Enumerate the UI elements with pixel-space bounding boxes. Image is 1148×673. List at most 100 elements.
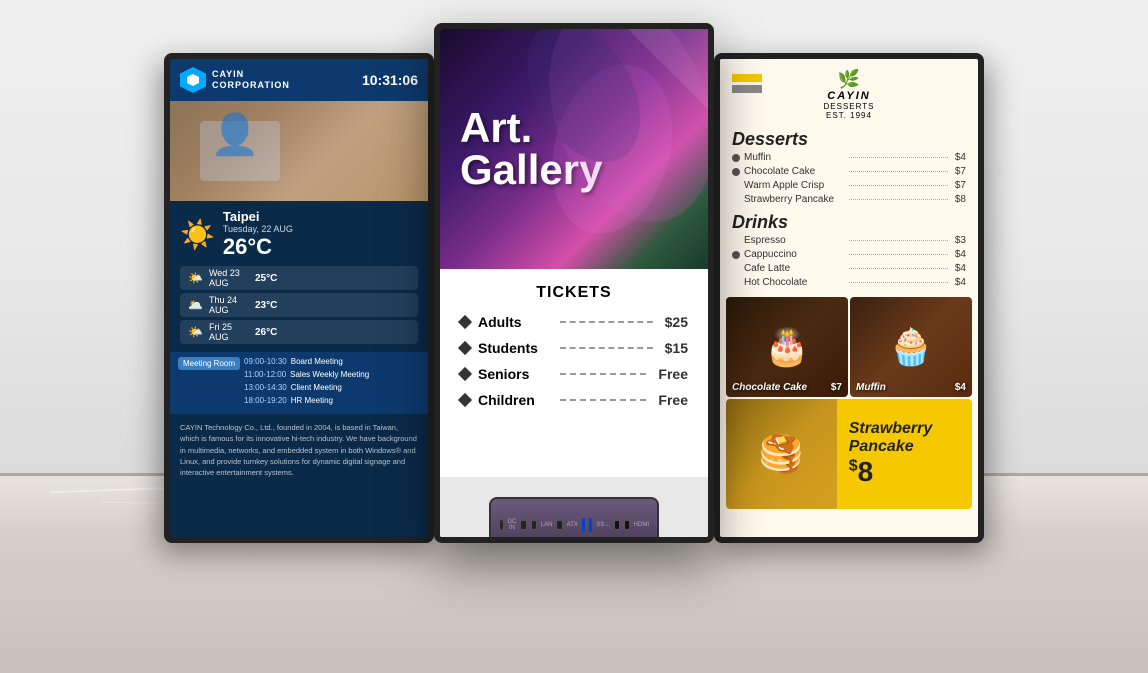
weather-city: Taipei xyxy=(223,209,293,224)
pancake-name: Strawberry Pancake xyxy=(849,420,960,456)
ticket-dots-students xyxy=(560,347,653,349)
weather-section: ☀️ Taipei Tuesday, 22 AUG 26°C 🌤️ Wed 23… xyxy=(170,201,428,352)
forecast-temp-wed: 25°C xyxy=(255,273,277,284)
art-gallery-section: Art.Gallery xyxy=(440,29,708,269)
weather-forecast: 🌤️ Wed 23 AUG 25°C 🌥️ Thu 24 AUG 23°C 🌤️… xyxy=(180,266,418,344)
meeting-section: Meeting Room 09:00-10:30 Board Meeting 1… xyxy=(170,352,428,414)
ticket-label-adults: Adults xyxy=(478,314,548,330)
ticket-label-seniors: Seniors xyxy=(478,366,548,382)
menu-item-name-cappuccino: Cappuccino xyxy=(744,249,842,260)
tickets-title: TICKETS xyxy=(460,284,688,302)
stage: CAYIN CORPORATION 10:31:06 ☀️ Taipei Tue… xyxy=(0,0,1148,673)
menu-item-price-espresso: $3 xyxy=(955,235,966,246)
ticket-diamond-seniors xyxy=(458,367,472,381)
menu-item-name-pancake: Strawberry Pancake xyxy=(744,194,842,205)
forecast-day-thu: Thu 24 AUG xyxy=(209,295,249,315)
menu-item-price-choccake: $7 xyxy=(955,166,966,177)
art-background-svg xyxy=(440,29,708,269)
meeting-list: 09:00-10:30 Board Meeting 11:00-12:00 Sa… xyxy=(244,357,420,409)
menu-dot-cafelatte xyxy=(732,265,740,273)
menu-item-price-muffin: $4 xyxy=(955,152,966,163)
meeting-name-1: Board Meeting xyxy=(291,357,343,366)
menu-logo-est: EST. 1994 xyxy=(824,111,875,120)
menu-dot-choccake xyxy=(732,168,740,176)
hw-label-atx: ATX xyxy=(567,522,578,528)
forecast-day-fri: Fri 25 AUG xyxy=(209,322,249,342)
menu-img-cell-choccake: 🎂 Chocolate Cake $7 xyxy=(726,297,848,397)
meeting-item-1: 09:00-10:30 Board Meeting xyxy=(244,357,420,366)
menu-dot-muffin xyxy=(732,154,740,162)
pancake-image: 🥞 xyxy=(726,399,837,509)
menu-item-line-hotchoc xyxy=(849,282,947,283)
hw-label-hdmi: HDMI xyxy=(634,522,649,528)
menu-dot-applecrisp xyxy=(732,182,740,190)
menu-item-name-applecrisp: Warm Apple Crisp xyxy=(744,180,842,191)
port-hdmi-1 xyxy=(614,520,620,530)
menu-item-espresso: Espresso $3 xyxy=(732,235,966,246)
tickets-section: TICKETS Adults $25 Students $15 Seniors xyxy=(440,269,708,477)
port-lan-2 xyxy=(531,520,537,530)
stripe-gray xyxy=(732,85,762,93)
cayin-brand-text: CAYIN CORPORATION xyxy=(212,69,290,91)
weather-info: Taipei Tuesday, 22 AUG 26°C xyxy=(223,209,293,260)
left-header: CAYIN CORPORATION 10:31:06 xyxy=(170,59,428,101)
desserts-items: Muffin $4 Chocolate Cake $7 Warm Apple C… xyxy=(720,152,978,208)
ticket-price-students: $15 xyxy=(665,340,688,356)
meeting-name-2: Sales Weekly Meeting xyxy=(290,370,369,379)
menu-item-pancake: Strawberry Pancake $8 xyxy=(732,194,966,205)
forecast-row-fri: 🌤️ Fri 25 AUG 26°C xyxy=(180,320,418,344)
menu-item-line-cafelatte xyxy=(849,268,947,269)
forecast-row-wed: 🌤️ Wed 23 AUG 25°C xyxy=(180,266,418,290)
menu-item-name-espresso: Espresso xyxy=(744,235,842,246)
menu-logo-icon: 🌿 xyxy=(824,69,875,90)
pancake-content: Strawberry Pancake $8 xyxy=(837,410,972,498)
screens-container: CAYIN CORPORATION 10:31:06 ☀️ Taipei Tue… xyxy=(164,23,984,543)
cayin-logo: CAYIN CORPORATION xyxy=(180,67,290,93)
pancake-visual: 🥞 xyxy=(726,399,837,509)
menu-logo-desserts: DESSERTS xyxy=(824,102,875,111)
hw-label-usb: SS← xyxy=(596,522,610,528)
menu-header: 🌿 CAYIN DESSERTS EST. 1994 xyxy=(720,59,978,125)
forecast-icon-fri: 🌤️ xyxy=(188,325,203,339)
drinks-section-title: Drinks xyxy=(720,208,978,235)
menu-item-hotchoc: Hot Chocolate $4 xyxy=(732,277,966,288)
menu-logo-name: CAYIN xyxy=(824,90,875,102)
menu-image-grid: 🎂 Chocolate Cake $7 🧁 Muffin $4 🥞 St xyxy=(720,291,978,537)
forecast-icon-wed: 🌤️ xyxy=(188,271,203,285)
port-usb-1 xyxy=(582,518,585,532)
forecast-temp-fri: 26°C xyxy=(255,327,277,338)
meeting-time-3: 13:00-14:30 xyxy=(244,383,287,392)
weather-date: Tuesday, 22 AUG xyxy=(223,224,293,234)
port-usb-2 xyxy=(589,518,592,532)
meeting-item-3: 13:00-14:30 Client Meeting xyxy=(244,383,420,392)
meeting-time-2: 11:00-12:00 xyxy=(244,370,286,379)
choccake-price: $7 xyxy=(831,382,842,393)
menu-item-price-applecrisp: $7 xyxy=(955,180,966,191)
meeting-time-1: 09:00-10:30 xyxy=(244,357,287,366)
menu-logo: 🌿 CAYIN DESSERTS EST. 1994 xyxy=(824,69,875,120)
forecast-day-wed: Wed 23 AUG xyxy=(209,268,249,288)
stripe-yellow xyxy=(732,74,762,82)
hw-label-dc: DC IN xyxy=(508,519,517,531)
forecast-row-thu: 🌥️ Thu 24 AUG 23°C xyxy=(180,293,418,317)
port-dc xyxy=(499,519,504,531)
menu-item-price-cafelatte: $4 xyxy=(955,263,966,274)
meeting-name-4: HR Meeting xyxy=(291,396,333,405)
screen-center: Art.Gallery TICKETS Adults $25 xyxy=(434,23,714,543)
ticket-price-seniors: Free xyxy=(658,366,688,382)
menu-item-line-choccake xyxy=(849,171,947,172)
menu-item-line-cappuccino xyxy=(849,254,947,255)
weather-temp: 26°C xyxy=(223,234,293,260)
forecast-temp-thu: 23°C xyxy=(255,300,277,311)
menu-dot-pancake xyxy=(732,196,740,204)
port-hdmi-2 xyxy=(624,520,630,530)
menu-item-applecrisp: Warm Apple Crisp $7 xyxy=(732,180,966,191)
menu-dot-cappuccino xyxy=(732,251,740,259)
ticket-dots-children xyxy=(560,399,646,401)
drinks-items: Espresso $3 Cappuccino $4 Cafe Latte $4 xyxy=(720,235,978,291)
forecast-icon-thu: 🌥️ xyxy=(188,298,203,312)
menu-img-cell-muffin: 🧁 Muffin $4 xyxy=(850,297,972,397)
menu-item-muffin: Muffin $4 xyxy=(732,152,966,163)
desserts-section-title: Desserts xyxy=(720,125,978,152)
meeting-time-4: 18:00-19:20 xyxy=(244,396,287,405)
